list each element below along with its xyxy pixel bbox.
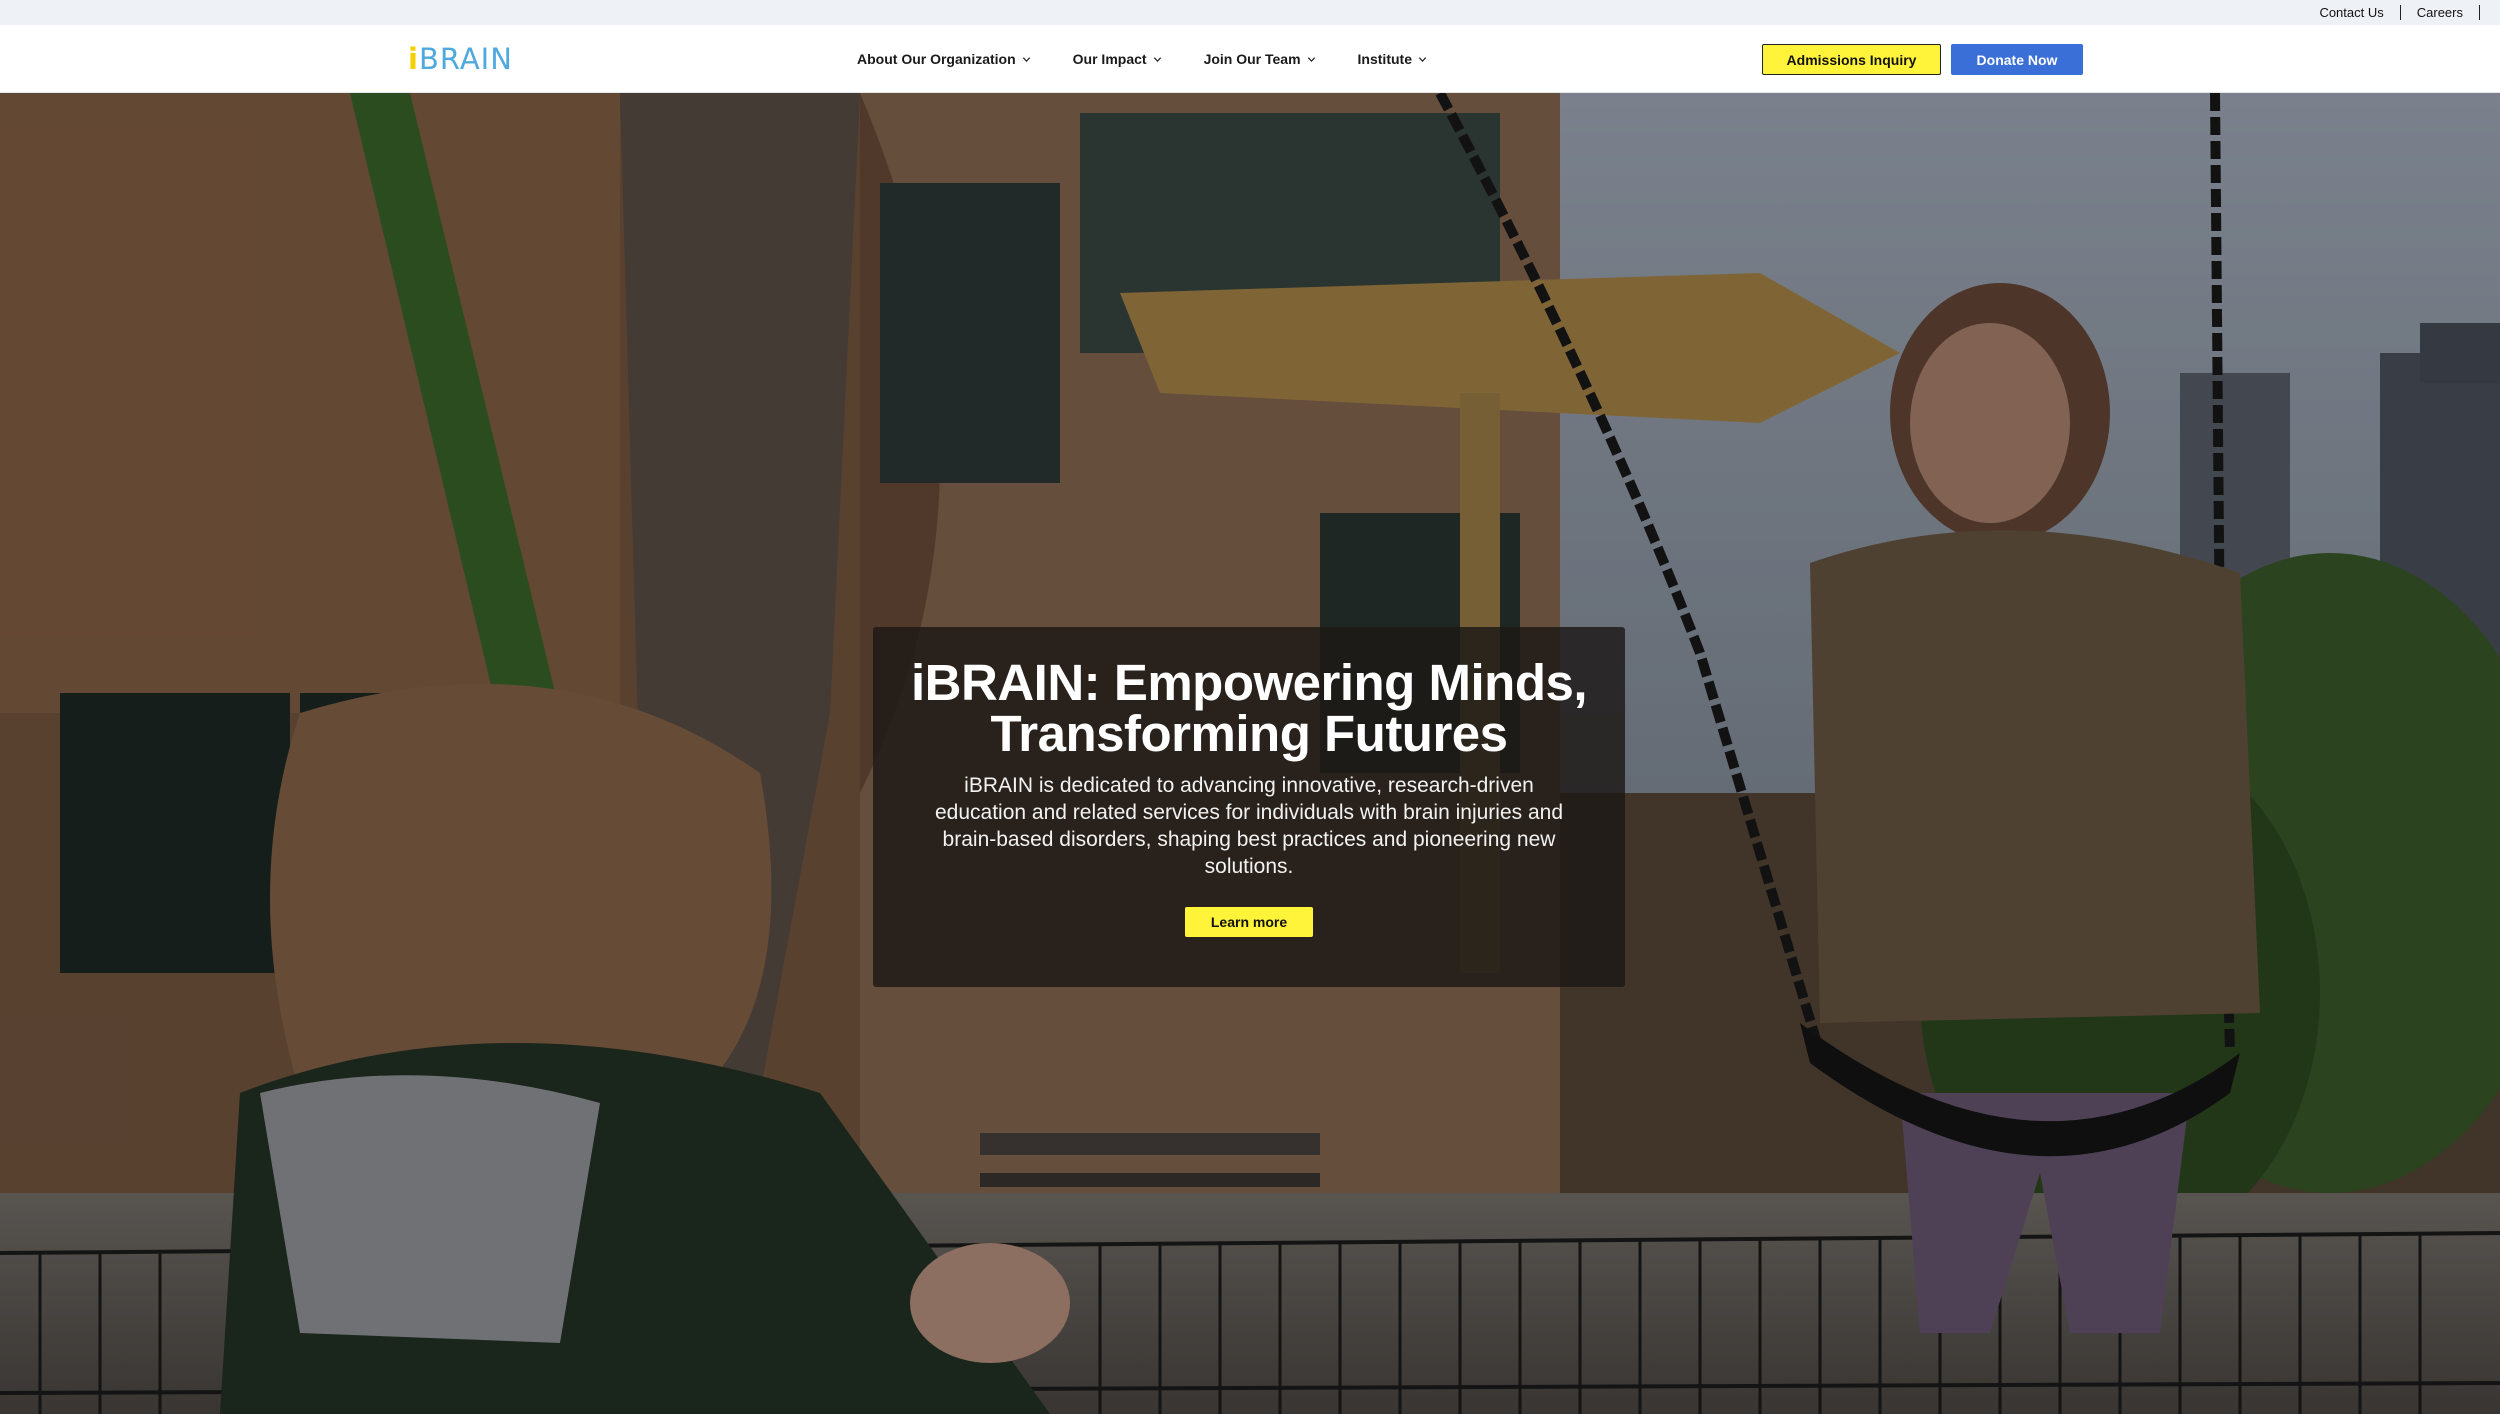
logo-letter-i: i	[408, 42, 419, 76]
utility-divider	[2479, 5, 2480, 20]
nav-label: About Our Organization	[857, 51, 1016, 67]
donate-now-button[interactable]: Donate Now	[1951, 44, 2083, 75]
careers-link[interactable]: Careers	[2401, 5, 2479, 20]
hero-title-line-1: iBRAIN: Empowering Minds,	[911, 654, 1588, 711]
main-header: i BRAIN About Our Organization Our Impact…	[0, 25, 2500, 93]
chevron-down-icon	[1022, 55, 1031, 64]
hero-content-card: iBRAIN: Empowering Minds, Transforming F…	[873, 627, 1625, 987]
nav-institute[interactable]: Institute	[1358, 51, 1427, 67]
learn-more-button[interactable]: Learn more	[1185, 907, 1313, 937]
nav-about-our-organization[interactable]: About Our Organization	[857, 51, 1031, 67]
nav-label: Institute	[1357, 51, 1412, 67]
nav-our-impact[interactable]: Our Impact	[1073, 51, 1162, 67]
utility-bar: Contact Us Careers	[0, 0, 2500, 25]
contact-us-link[interactable]: Contact Us	[2303, 5, 2399, 20]
logo-wordmark: BRAIN	[418, 42, 513, 76]
nav-label: Join Our Team	[1203, 51, 1301, 67]
hero-title-line-2: Transforming Futures	[990, 705, 1508, 762]
primary-nav: About Our Organization Our Impact Join O…	[857, 25, 1469, 93]
admissions-inquiry-button[interactable]: Admissions Inquiry	[1762, 44, 1941, 75]
chevron-down-icon	[1153, 55, 1162, 64]
nav-join-our-team[interactable]: Join Our Team	[1204, 51, 1316, 67]
hero-title: iBRAIN: Empowering Minds, Transforming F…	[873, 657, 1625, 759]
chevron-down-icon	[1418, 55, 1427, 64]
ibrain-logo[interactable]: i BRAIN	[408, 41, 513, 77]
nav-label: Our Impact	[1072, 51, 1147, 67]
chevron-down-icon	[1307, 55, 1316, 64]
hero-section: iBRAIN: Empowering Minds, Transforming F…	[0, 93, 2500, 1414]
hero-description: iBRAIN is dedicated to advancing innovat…	[934, 774, 1564, 878]
